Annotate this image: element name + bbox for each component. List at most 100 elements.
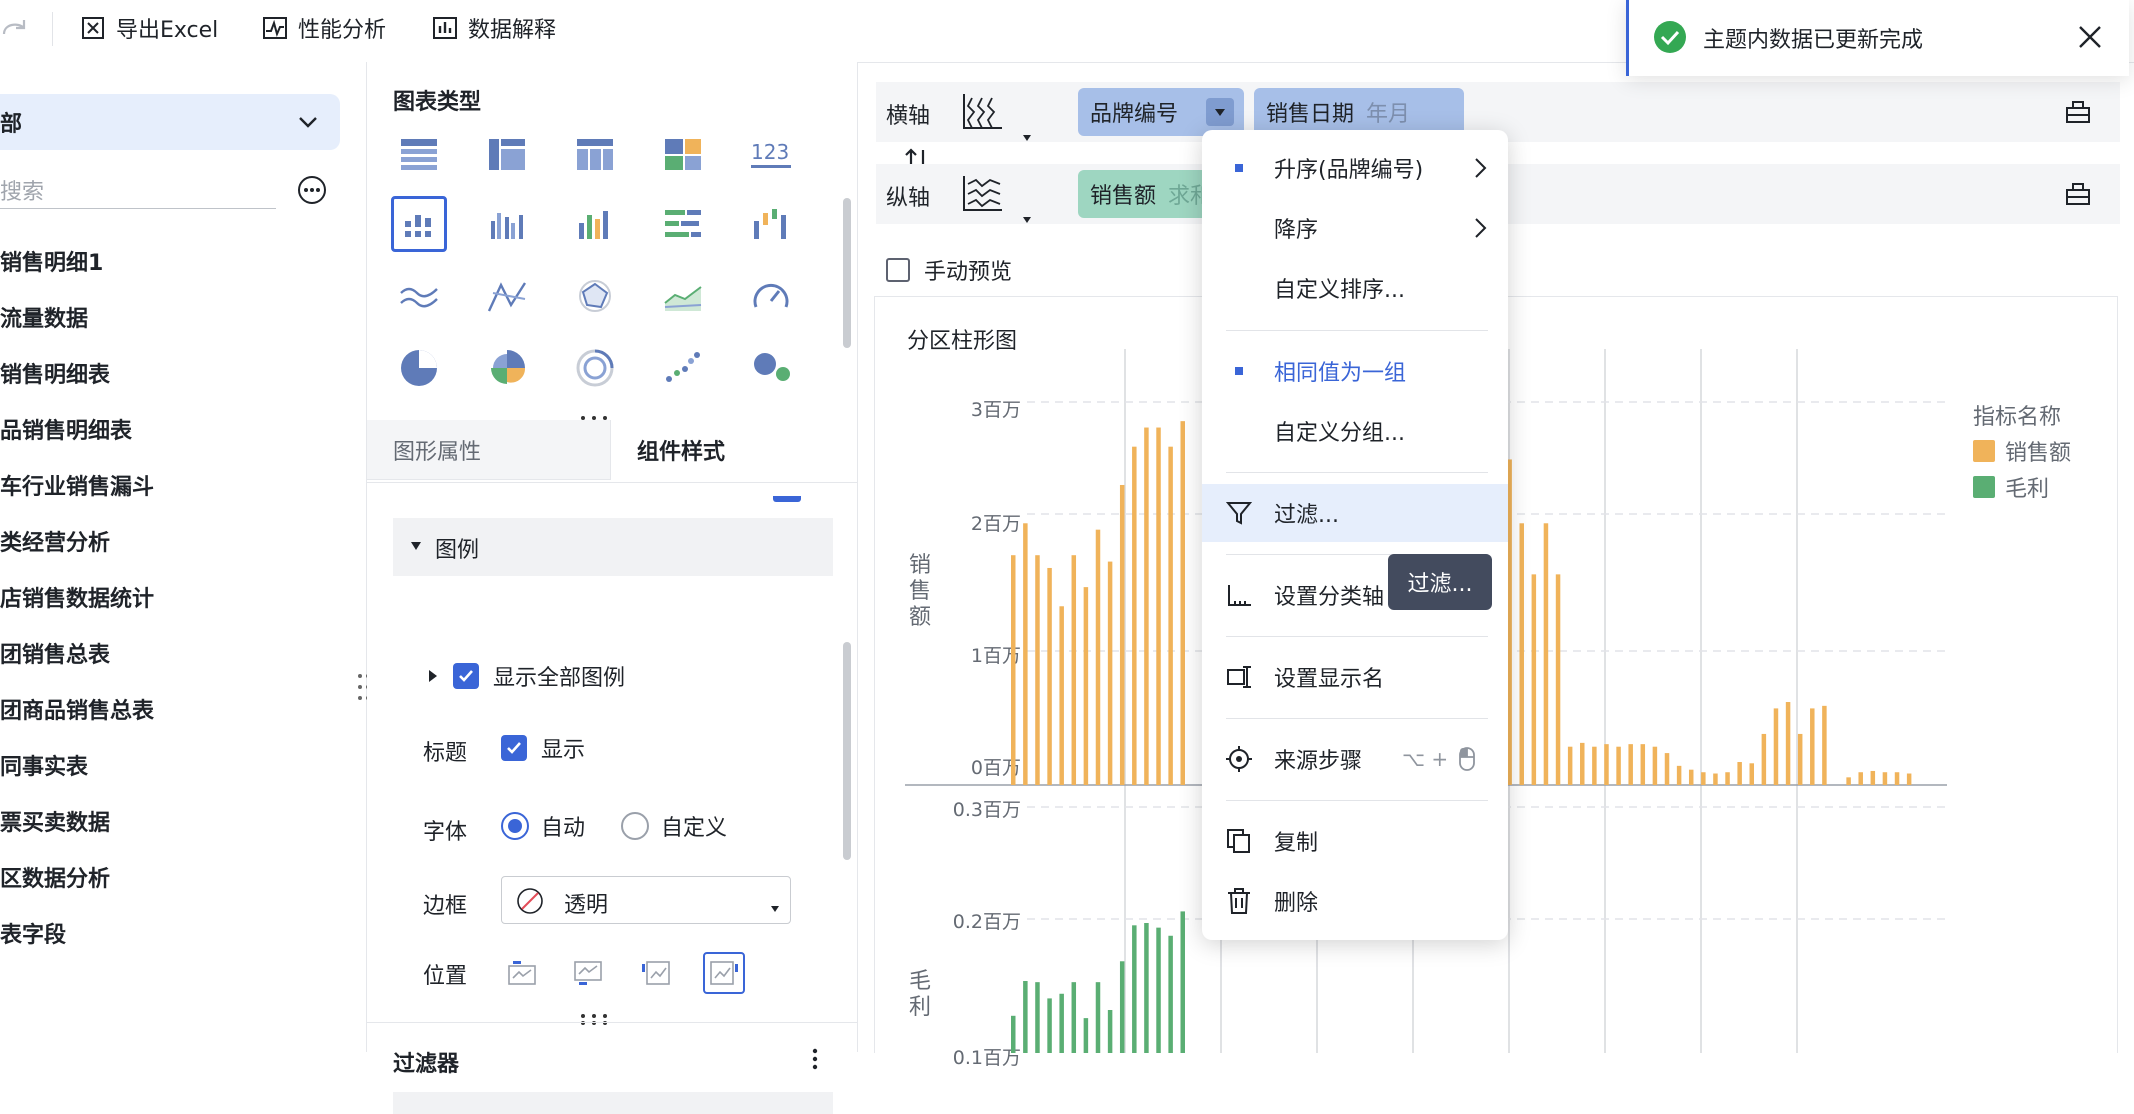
menu-item-copy[interactable]: 复制 bbox=[1202, 812, 1508, 870]
table-chart-icon[interactable] bbox=[391, 126, 447, 182]
horizontal-bar-icon[interactable] bbox=[655, 196, 711, 252]
legend-section-header[interactable]: 图例 bbox=[393, 518, 833, 576]
waterfall-icon[interactable] bbox=[743, 196, 799, 252]
caret-down-icon bbox=[771, 906, 779, 912]
menu-item-custom-sort[interactable]: 自定义排序... bbox=[1202, 259, 1508, 317]
dataset-item[interactable]: 销售明细1 bbox=[0, 245, 103, 277]
title-show-checkbox[interactable] bbox=[501, 735, 527, 761]
x-field-menu-button[interactable] bbox=[1206, 98, 1234, 126]
font-auto-option[interactable]: 自动 bbox=[501, 810, 585, 842]
show-all-legend-row[interactable]: 显示全部图例 bbox=[427, 660, 625, 692]
dataset-item[interactable]: 类经营分析 bbox=[0, 525, 110, 557]
tab-component-style[interactable]: 组件样式 bbox=[637, 420, 725, 480]
kpi-card-icon[interactable] bbox=[655, 126, 711, 182]
dataset-item[interactable]: 团商品销售总表 bbox=[0, 693, 154, 725]
pie-chart-icon[interactable] bbox=[391, 340, 447, 396]
tab-graphic-properties-label: 图形属性 bbox=[393, 439, 482, 465]
menu-item-sort-desc[interactable]: 降序 bbox=[1202, 199, 1508, 257]
dataset-item[interactable]: 流量数据 bbox=[0, 301, 88, 333]
y-field-sales-pill[interactable]: 销售额 求和 bbox=[1078, 170, 1208, 218]
menu-item-filter[interactable]: 过滤... bbox=[1202, 484, 1508, 542]
dataset-item[interactable]: 表字段 bbox=[0, 917, 66, 949]
area-chart-icon[interactable] bbox=[655, 268, 711, 324]
filter-icon bbox=[1222, 496, 1256, 530]
filter-title: 过滤器 bbox=[393, 1052, 460, 1077]
filter-drop-zone[interactable] bbox=[393, 1092, 833, 1114]
crosshair-icon bbox=[1222, 742, 1256, 776]
partition-bar-chart-icon[interactable] bbox=[391, 196, 447, 252]
x-axis-config-icon[interactable] bbox=[960, 90, 1004, 134]
data-explain-button[interactable]: 数据解释 bbox=[432, 10, 556, 46]
dataset-item[interactable]: 团销售总表 bbox=[0, 637, 110, 669]
vertical-more-icon[interactable] bbox=[807, 1046, 823, 1072]
color-bar-icon[interactable] bbox=[567, 196, 623, 252]
legend-pos-top-icon[interactable] bbox=[567, 952, 609, 994]
manual-preview-row[interactable]: 手动预览 bbox=[886, 254, 1012, 286]
radar-line-icon[interactable] bbox=[479, 268, 535, 324]
redo-icon[interactable] bbox=[0, 14, 30, 44]
legend-section-title: 图例 bbox=[435, 538, 480, 563]
line-chart-icon[interactable] bbox=[391, 268, 447, 324]
x-field-brand-pill[interactable]: 品牌编号 bbox=[1078, 88, 1244, 136]
border-select[interactable]: 透明 bbox=[501, 876, 791, 924]
chevron-right-icon bbox=[1475, 158, 1487, 178]
dataset-item[interactable]: 品销售明细表 bbox=[0, 413, 132, 445]
legend-pos-left-icon[interactable] bbox=[635, 952, 677, 994]
menu-item-delete[interactable]: 删除 bbox=[1202, 872, 1508, 930]
menu-item-custom-group[interactable]: 自定义分组... bbox=[1202, 402, 1508, 460]
menu-item-label: 自定义排序... bbox=[1274, 278, 1405, 303]
number-indicator-icon[interactable]: 123 bbox=[743, 126, 799, 182]
bubble-icon[interactable] bbox=[743, 340, 799, 396]
menu-item-sort-asc[interactable]: 升序(品牌编号) bbox=[1202, 139, 1508, 197]
field-settings-icon[interactable] bbox=[2064, 180, 2092, 208]
dataset-group-select[interactable]: 部 bbox=[0, 94, 340, 150]
legend-pos-bottom-icon[interactable] bbox=[501, 952, 543, 994]
menu-item-set-display-name[interactable]: 设置显示名 bbox=[1202, 648, 1508, 706]
font-custom-option[interactable]: 自定义 bbox=[621, 810, 727, 842]
multi-ring-icon[interactable] bbox=[567, 340, 623, 396]
chart-types-scrollbar[interactable] bbox=[843, 198, 851, 348]
close-icon[interactable] bbox=[2075, 22, 2105, 52]
font-label: 字体 bbox=[423, 820, 468, 845]
x-field-date-pill[interactable]: 销售日期 年月 bbox=[1254, 88, 1464, 136]
tab-graphic-properties[interactable]: 图形属性 bbox=[367, 420, 611, 480]
chevron-down-icon bbox=[299, 117, 317, 128]
scatter-icon[interactable] bbox=[655, 340, 711, 396]
dataset-item[interactable]: 销售明细表 bbox=[0, 357, 110, 389]
field-settings-icon[interactable] bbox=[2064, 98, 2092, 126]
y-axis-config-icon[interactable] bbox=[960, 172, 1004, 216]
more-options-icon[interactable] bbox=[296, 174, 328, 206]
gauge-icon[interactable] bbox=[743, 268, 799, 324]
font-custom-radio[interactable] bbox=[621, 812, 649, 840]
font-auto-label: 自动 bbox=[541, 816, 586, 841]
bar-sales bbox=[1822, 705, 1827, 785]
bar-sales bbox=[1507, 459, 1512, 785]
dataset-item[interactable]: 车行业销售漏斗 bbox=[0, 469, 154, 501]
menu-item-source-step[interactable]: 来源步骤 ⌥ + bbox=[1202, 730, 1508, 788]
dataset-item[interactable]: 区数据分析 bbox=[0, 861, 110, 893]
dataset-item[interactable]: 店销售数据统计 bbox=[0, 581, 154, 613]
show-all-legend-checkbox[interactable] bbox=[453, 663, 479, 689]
dataset-item[interactable]: 票买卖数据 bbox=[0, 805, 110, 837]
style-scrollbar[interactable] bbox=[843, 642, 851, 860]
performance-analysis-button[interactable]: 性能分析 bbox=[262, 10, 386, 46]
dataset-item[interactable]: 同事实表 bbox=[0, 749, 88, 781]
bar-sales bbox=[1664, 753, 1670, 785]
export-excel-button[interactable]: 导出Excel bbox=[80, 10, 218, 46]
drag-handle-icon[interactable] bbox=[579, 1012, 609, 1026]
trash-icon bbox=[1222, 884, 1256, 918]
radar-chart-icon[interactable] bbox=[567, 268, 623, 324]
menu-item-group-same[interactable]: 相同值为一组 bbox=[1202, 342, 1508, 400]
bar-sales bbox=[1906, 773, 1912, 785]
manual-preview-checkbox[interactable] bbox=[886, 258, 910, 282]
caret-down-icon[interactable] bbox=[1022, 216, 1032, 224]
grouped-bar-icon[interactable] bbox=[479, 196, 535, 252]
legend-pos-right-icon[interactable] bbox=[703, 952, 745, 994]
detail-table-icon[interactable] bbox=[567, 126, 623, 182]
title-show-row[interactable]: 显示 bbox=[501, 732, 585, 764]
search-input[interactable]: 搜索 bbox=[0, 168, 276, 209]
font-auto-radio[interactable] bbox=[501, 812, 529, 840]
cross-table-icon[interactable] bbox=[479, 126, 535, 182]
rose-pie-icon[interactable] bbox=[479, 340, 535, 396]
caret-down-icon[interactable] bbox=[1022, 134, 1032, 142]
